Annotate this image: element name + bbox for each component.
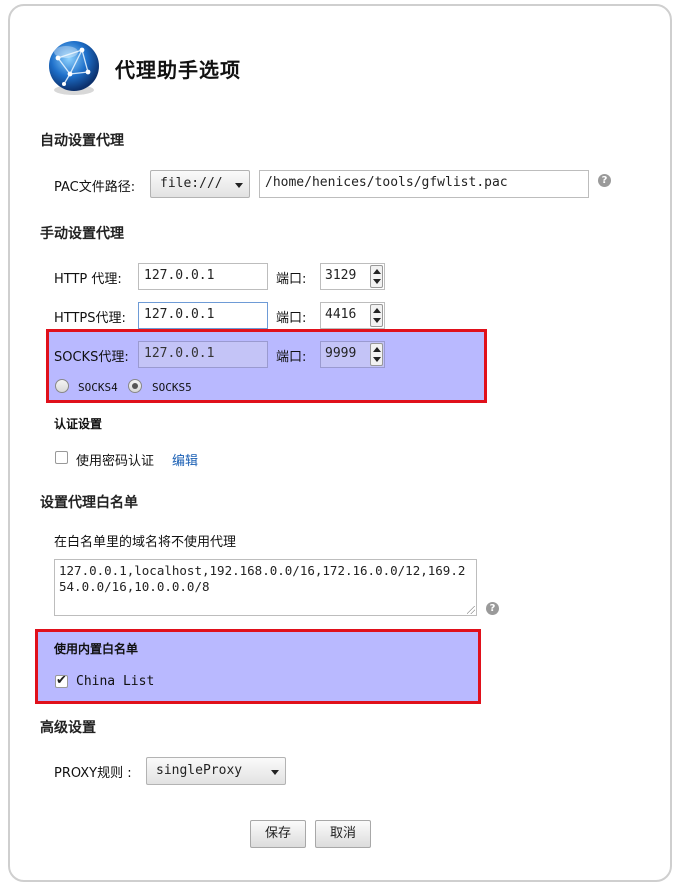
pac-path-input[interactable]: /home/henices/tools/gfwlist.pac bbox=[259, 170, 589, 198]
cancel-button[interactable]: 取消 bbox=[315, 820, 371, 848]
help-icon[interactable]: ? bbox=[486, 602, 499, 615]
socks-port-label: 端口: bbox=[276, 350, 307, 365]
http-proxy-label: HTTP 代理: bbox=[54, 272, 122, 287]
whitelist-section-title: 设置代理白名单 bbox=[40, 495, 138, 511]
http-host-input[interactable]: 127.0.0.1 bbox=[138, 263, 268, 290]
socks5-radio[interactable] bbox=[128, 379, 142, 393]
help-icon[interactable]: ? bbox=[598, 174, 611, 187]
china-list-checkbox[interactable]: ✔ bbox=[55, 673, 68, 688]
https-port-stepper[interactable]: 4416 bbox=[320, 302, 385, 329]
proxy-rule-select[interactable]: singleProxy bbox=[146, 757, 286, 785]
proxy-rule-value: singleProxy bbox=[156, 763, 243, 778]
socks4-radio[interactable] bbox=[55, 379, 69, 393]
http-port-stepper[interactable]: 3129 bbox=[320, 263, 385, 290]
https-port-label: 端口: bbox=[276, 311, 307, 326]
socks5-label: SOCKS5 bbox=[152, 381, 192, 394]
auto-proxy-section-title: 自动设置代理 bbox=[40, 133, 124, 149]
socks-proxy-label: SOCKS代理: bbox=[54, 350, 129, 365]
password-auth-checkbox[interactable] bbox=[55, 451, 68, 464]
stepper-arrows-icon[interactable] bbox=[370, 343, 383, 366]
socks-port-stepper[interactable]: 9999 bbox=[320, 341, 385, 368]
password-auth-label: 使用密码认证 bbox=[76, 454, 155, 469]
https-host-input[interactable]: 127.0.0.1 bbox=[138, 302, 268, 329]
auth-settings-title: 认证设置 bbox=[54, 417, 103, 431]
socks-port-value: 9999 bbox=[325, 346, 357, 361]
http-port-value: 3129 bbox=[325, 268, 357, 283]
builtin-whitelist-title: 使用内置白名单 bbox=[54, 642, 139, 656]
proxy-rule-label: PROXY规则 : bbox=[54, 766, 132, 781]
stepper-arrows-icon[interactable] bbox=[370, 304, 383, 327]
china-list-label: China List bbox=[76, 674, 155, 689]
page-title: 代理助手选项 bbox=[115, 58, 241, 82]
socks-host-input[interactable]: 127.0.0.1 bbox=[138, 341, 268, 368]
advanced-section-title: 高级设置 bbox=[40, 720, 96, 736]
resize-handle-icon[interactable] bbox=[467, 606, 475, 614]
whitelist-description: 在白名单里的域名将不使用代理 bbox=[54, 535, 237, 550]
chevron-down-icon bbox=[235, 183, 243, 188]
edit-auth-link[interactable]: 编辑 bbox=[172, 450, 198, 469]
chevron-down-icon bbox=[271, 770, 279, 775]
http-port-label: 端口: bbox=[276, 272, 307, 287]
checkmark-icon: ✔ bbox=[56, 673, 67, 688]
globe-network-icon bbox=[49, 41, 99, 95]
save-button[interactable]: 保存 bbox=[250, 820, 306, 848]
socks4-label: SOCKS4 bbox=[78, 381, 118, 394]
stepper-arrows-icon[interactable] bbox=[370, 265, 383, 288]
pac-scheme-value: file:/// bbox=[160, 176, 223, 191]
whitelist-value: 127.0.0.1,localhost,192.168.0.0/16,172.1… bbox=[59, 563, 466, 594]
https-port-value: 4416 bbox=[325, 307, 357, 322]
pac-scheme-select[interactable]: file:/// bbox=[150, 170, 250, 198]
whitelist-textarea[interactable]: 127.0.0.1,localhost,192.168.0.0/16,172.1… bbox=[54, 559, 477, 616]
https-proxy-label: HTTPS代理: bbox=[54, 311, 126, 326]
pac-path-label: PAC文件路径: bbox=[54, 180, 136, 195]
manual-proxy-section-title: 手动设置代理 bbox=[40, 226, 124, 242]
